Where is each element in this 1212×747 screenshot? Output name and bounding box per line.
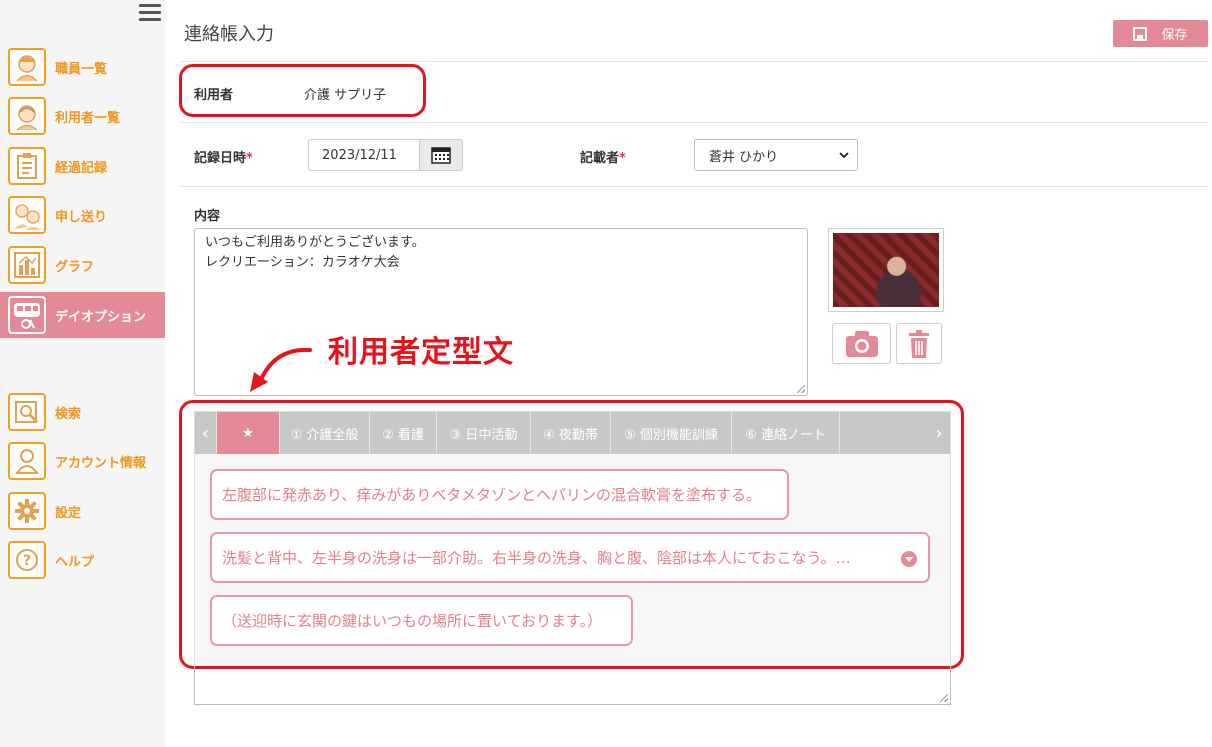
date-input[interactable]: 2023/12/11 (308, 139, 420, 171)
delete-photo-button[interactable] (896, 323, 942, 364)
sidebar-item-label: グラフ (55, 259, 95, 275)
notes-textarea[interactable] (194, 666, 951, 705)
user-list-icon (8, 97, 46, 135)
photo-thumbnail (833, 233, 939, 307)
app: 職員一覧 利用者一覧 経過記録 申し送り グラフ デイオプション 検索 アカウン… (0, 0, 1212, 747)
camera-button[interactable] (832, 323, 891, 364)
camera-icon (845, 330, 878, 357)
trash-icon (909, 329, 929, 358)
gear-icon (8, 492, 46, 530)
sidebar-item-staff-list[interactable]: 職員一覧 (0, 44, 165, 90)
day-option-icon (8, 296, 46, 334)
graph-icon (8, 246, 46, 284)
help-icon: ? (8, 541, 46, 579)
sidebar-item-progress-record[interactable]: 経過記録 (0, 143, 165, 189)
content-label: 内容 (194, 209, 221, 224)
annotation-arrow (250, 347, 312, 392)
account-icon (8, 442, 46, 480)
sidebar-item-user-list[interactable]: 利用者一覧 (0, 93, 165, 139)
calendar-button[interactable] (419, 139, 463, 171)
save-button-label: 保存 (1161, 28, 1188, 43)
user-highlight-outline (179, 64, 426, 117)
phrase-highlight-outline (179, 400, 964, 669)
annotation-label: 利用者定型文 (328, 335, 514, 370)
save-button[interactable]: 保存 (1113, 20, 1208, 47)
attached-photo[interactable] (828, 228, 944, 312)
staff-icon (8, 48, 46, 86)
sidebar-item-account[interactable]: アカウント情報 (0, 438, 165, 484)
hamburger-menu-icon[interactable] (139, 4, 161, 24)
sidebar-item-day-option[interactable]: デイオプション (0, 292, 165, 338)
divider (180, 122, 1208, 123)
sidebar: 職員一覧 利用者一覧 経過記録 申し送り グラフ デイオプション 検索 アカウン… (0, 0, 165, 747)
sidebar-item-label: 職員一覧 (55, 61, 108, 77)
sidebar-item-label: 利用者一覧 (55, 110, 121, 126)
sidebar-item-handover[interactable]: 申し送り (0, 192, 165, 238)
chevron-down-icon (839, 152, 849, 159)
sidebar-item-label: デイオプション (55, 309, 147, 325)
divider (180, 186, 1208, 187)
sidebar-item-label: 申し送り (55, 209, 108, 225)
sidebar-item-search[interactable]: 検索 (0, 389, 165, 435)
recorder-label: 記載者* (580, 151, 626, 166)
page-title: 連絡帳入力 (184, 24, 274, 45)
resize-handle[interactable] (940, 694, 948, 702)
handover-icon (8, 196, 46, 234)
sidebar-item-settings[interactable]: 設定 (0, 488, 165, 534)
sidebar-item-label: 検索 (55, 406, 82, 422)
sidebar-item-help[interactable]: ? ヘルプ (0, 537, 165, 583)
date-label: 記録日時* (194, 151, 253, 166)
svg-text:?: ? (23, 553, 31, 569)
sidebar-item-graph[interactable]: グラフ (0, 242, 165, 288)
clipboard-icon (8, 147, 46, 185)
calendar-icon (431, 147, 451, 164)
sidebar-item-label: ヘルプ (55, 554, 95, 570)
divider (180, 61, 1208, 62)
resize-handle[interactable] (797, 385, 805, 393)
sidebar-item-label: 設定 (55, 505, 82, 521)
sidebar-item-label: アカウント情報 (55, 455, 147, 471)
recorder-select[interactable]: 蒼井 ひかり (694, 139, 858, 171)
sidebar-item-label: 経過記録 (55, 160, 108, 176)
search-icon (8, 393, 46, 431)
floppy-disk-icon (1133, 26, 1148, 41)
